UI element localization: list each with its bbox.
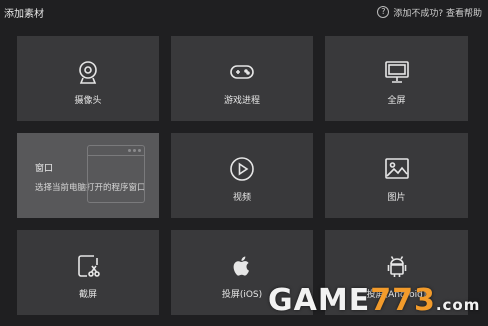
webcam-icon (75, 59, 101, 85)
tile-fullscreen[interactable]: 全屏 (325, 36, 468, 121)
window-title: 添加素材 (4, 8, 44, 20)
tile-label: 游戏进程 (223, 96, 260, 106)
tile-label: 摄像头 (74, 96, 102, 106)
tile-video[interactable]: 视频 (171, 133, 313, 218)
question-icon: ? (377, 6, 390, 18)
tile-label: 图片 (387, 193, 406, 203)
tile-screenshot[interactable]: 截屏 (17, 230, 159, 315)
play-circle-icon (229, 156, 255, 182)
image-icon (384, 156, 410, 182)
tile-game-process[interactable]: 游戏进程 (171, 36, 313, 121)
watermark-suffix: .com (435, 296, 481, 314)
android-icon (384, 253, 410, 279)
monitor-icon (384, 59, 410, 85)
tile-label: 截屏 (78, 290, 97, 300)
help-link-label: 添加不成功? 查看帮助 (393, 8, 482, 19)
tile-window[interactable]: 窗口 选择当前电脑打开的程序窗口 (17, 133, 159, 218)
tile-label: 窗口 (35, 164, 54, 174)
watermark-prefix: GAME (268, 283, 371, 318)
tile-label: 视频 (232, 193, 251, 203)
tile-label: 投屏(iOS) (221, 290, 263, 300)
window-icon (87, 145, 145, 203)
tile-image[interactable]: 图片 (325, 133, 468, 218)
tile-label: 全屏 (387, 96, 406, 106)
apple-icon (229, 253, 255, 279)
watermark-number: 773 (370, 283, 436, 318)
help-link[interactable]: ? 添加不成功? 查看帮助 (377, 6, 482, 19)
gamepad-icon (229, 59, 255, 85)
title-bar: 添加素材 ? 添加不成功? 查看帮助 (0, 0, 488, 24)
watermark-logo: GAME773.com (268, 283, 480, 318)
screenshot-crop-icon (75, 253, 101, 279)
tile-webcam[interactable]: 摄像头 (17, 36, 159, 121)
